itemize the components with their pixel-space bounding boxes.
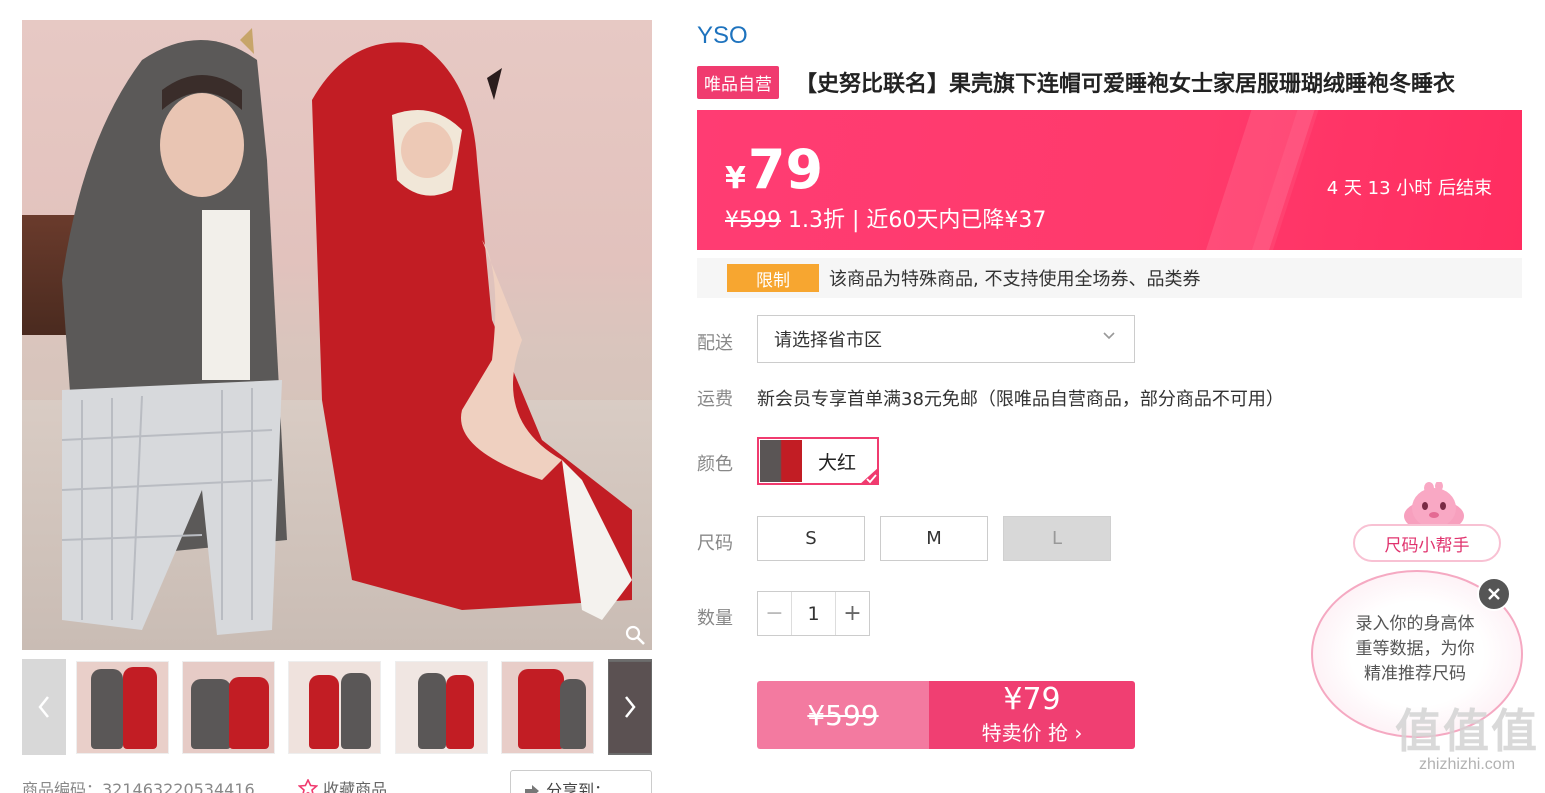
title-row: 唯品自营 【史努比联名】果壳旗下连帽可爱睡袍女士家居服珊瑚绒睡袍冬睡衣 bbox=[697, 65, 1527, 99]
zoom-icon[interactable] bbox=[624, 624, 646, 646]
color-option-label: 大红 bbox=[818, 451, 857, 474]
chevron-down-icon bbox=[1103, 332, 1115, 340]
product-title: 【史努比联名】果壳旗下连帽可爱睡袍女士家居服珊瑚绒睡袍冬睡衣 bbox=[795, 72, 1456, 97]
color-swatch-image bbox=[760, 440, 802, 482]
currency-symbol: ¥ bbox=[725, 161, 746, 196]
quantity-plus-button[interactable]: + bbox=[835, 592, 869, 635]
delivery-label: 配送 bbox=[697, 333, 733, 354]
check-icon bbox=[859, 467, 879, 485]
price-drop-note: | 近60天内已降¥37 bbox=[852, 208, 1047, 233]
price-banner: ¥79 ¥599 1.3折 | 近60天内已降¥37 4 天 13 小时 后结束 bbox=[697, 110, 1522, 250]
share-icon bbox=[525, 785, 539, 793]
sale-countdown: 4 天 13 小时 后结束 bbox=[1326, 178, 1492, 199]
star-icon bbox=[297, 778, 319, 793]
quantity-stepper: − 1 + bbox=[757, 591, 870, 636]
size-helper-close-button[interactable] bbox=[1477, 577, 1511, 611]
size-option-s[interactable]: S bbox=[757, 516, 865, 561]
chevron-left-icon bbox=[38, 696, 49, 718]
thumbnail-1[interactable] bbox=[76, 661, 169, 754]
close-icon bbox=[1488, 588, 1500, 600]
main-product-image[interactable] bbox=[22, 20, 652, 650]
size-helper-line: 重等数据，为你 bbox=[1355, 639, 1475, 659]
thumbnail-strip bbox=[22, 659, 652, 755]
size-label: 尺码 bbox=[697, 533, 733, 554]
current-price: ¥79 bbox=[725, 138, 823, 201]
region-placeholder: 请选择省市区 bbox=[774, 330, 882, 351]
current-price-value: 79 bbox=[747, 138, 824, 201]
buy-original-price: ¥599 bbox=[757, 681, 929, 749]
size-helper-text: 录入你的身高体 重等数据，为你 精准推荐尺码 bbox=[1345, 612, 1485, 687]
discount-rate: 1.3折 bbox=[788, 208, 845, 233]
freight-label: 运费 bbox=[697, 389, 733, 410]
color-option-red[interactable]: 大红 bbox=[757, 437, 879, 485]
size-helper-button[interactable]: 尺码小帮手 bbox=[1353, 524, 1501, 562]
product-meta-row: 商品编码：321463220534416 收藏商品 分享到： bbox=[22, 770, 652, 793]
watermark-domain: zhizhizhi.com bbox=[1418, 756, 1516, 773]
thumbnail-5[interactable] bbox=[501, 661, 594, 754]
models-illustration bbox=[61, 28, 632, 635]
buy-sale-price: ¥79 bbox=[1003, 681, 1061, 717]
thumbnail-prev-button[interactable] bbox=[22, 659, 66, 755]
restriction-tag: 限制 bbox=[727, 264, 819, 292]
share-dropdown[interactable]: 分享到： bbox=[510, 770, 652, 793]
watermark-logo: 值值值 bbox=[1395, 704, 1539, 758]
size-option-l: L bbox=[1003, 516, 1111, 561]
quantity-label: 数量 bbox=[697, 608, 733, 629]
thumbnail-next-button[interactable] bbox=[608, 659, 652, 755]
buy-button[interactable]: ¥599 ¥79 特卖价 抢 › bbox=[757, 681, 1135, 749]
size-helper-line: 录入你的身高体 bbox=[1355, 614, 1475, 634]
price-subline: ¥599 1.3折 | 近60天内已降¥37 bbox=[725, 202, 1046, 234]
original-price: ¥599 bbox=[725, 208, 781, 233]
share-label: 分享到： bbox=[546, 781, 611, 793]
region-select[interactable]: 请选择省市区 bbox=[757, 315, 1135, 363]
buy-sale-section: ¥79 特卖价 抢 › bbox=[929, 681, 1135, 749]
chevron-right-icon bbox=[625, 696, 636, 718]
thumbnail-4[interactable] bbox=[395, 661, 488, 754]
restriction-text: 该商品为特殊商品, 不支持使用全场券、品类券 bbox=[829, 269, 1201, 290]
buy-original-price-value: ¥599 bbox=[807, 698, 879, 732]
color-label: 颜色 bbox=[697, 454, 733, 475]
brand-name[interactable]: YSO bbox=[697, 22, 748, 50]
buy-action-label: 特卖价 抢 › bbox=[981, 721, 1083, 746]
favorite-button[interactable]: 收藏商品 bbox=[297, 776, 388, 793]
favorite-label: 收藏商品 bbox=[323, 780, 388, 793]
self-operated-tag: 唯品自营 bbox=[697, 65, 779, 99]
thumbnail-2[interactable] bbox=[182, 661, 275, 754]
quantity-minus-button[interactable]: − bbox=[758, 592, 792, 635]
site-watermark: 值值值 zhizhizhi.com bbox=[1392, 708, 1542, 774]
thumbnail-3[interactable] bbox=[288, 661, 381, 754]
size-option-m[interactable]: M bbox=[880, 516, 988, 561]
freight-text: 新会员专享首单满38元免邮（限唯品自营商品，部分商品不可用） bbox=[757, 389, 1284, 410]
product-code: 商品编码：321463220534416 bbox=[22, 780, 255, 793]
quantity-value[interactable]: 1 bbox=[792, 592, 835, 635]
restriction-row: 限制 该商品为特殊商品, 不支持使用全场券、品类券 bbox=[697, 258, 1522, 298]
size-helper-line: 精准推荐尺码 bbox=[1364, 664, 1466, 684]
